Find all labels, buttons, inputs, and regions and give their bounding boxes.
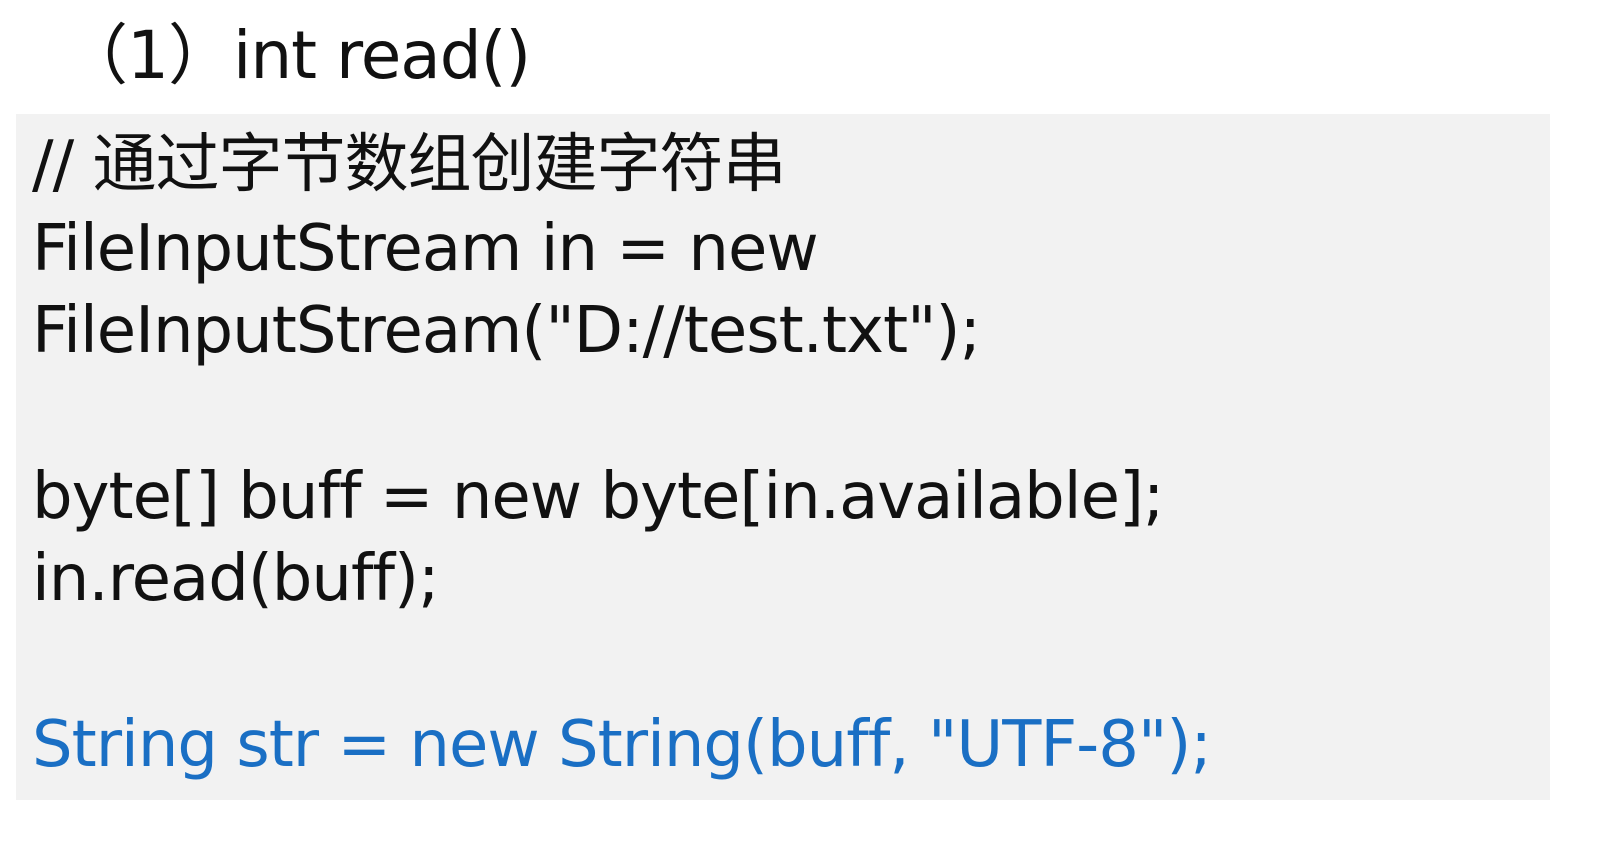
code-line-string-create: String str = new String(buff, "UTF-8");	[32, 708, 1212, 782]
code-line-buffer-decl: byte[] buff = new byte[in.available];	[32, 460, 1164, 534]
code-comment-line: // 通过字节数组创建字符串	[32, 128, 786, 202]
code-line-read-call: in.read(buff);	[32, 542, 440, 616]
code-block: // 通过字节数组创建字符串 FileInputStream in = new …	[16, 114, 1550, 800]
section-heading: （1）int read()	[62, 17, 531, 94]
code-line-stream-decl: FileInputStream in = new	[32, 212, 819, 286]
code-line-stream-init: FileInputStream("D://test.txt");	[32, 294, 981, 368]
